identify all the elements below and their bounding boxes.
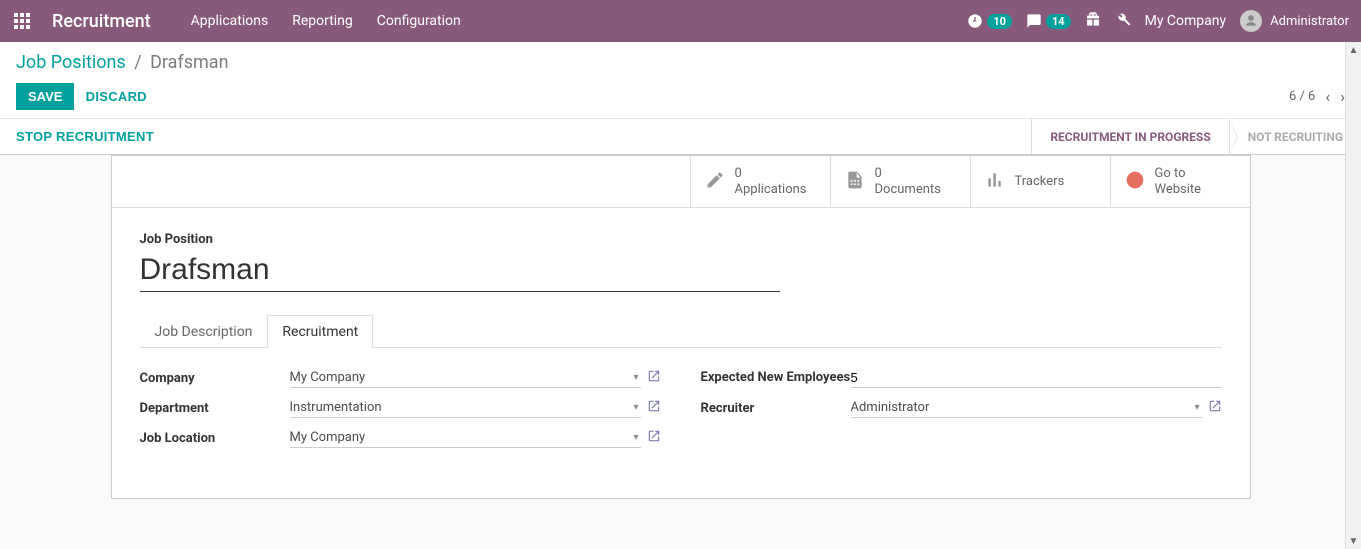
stat-documents-label: Documents xyxy=(875,182,941,198)
discard-button[interactable]: DISCARD xyxy=(86,89,147,104)
external-link-icon[interactable] xyxy=(647,399,661,417)
stat-trackers-label: Trackers xyxy=(1015,174,1065,190)
app-brand[interactable]: Recruitment xyxy=(52,11,151,32)
breadcrumb: Job Positions / Drafsman xyxy=(16,52,1345,73)
pencil-icon xyxy=(705,170,725,194)
recruiter-field[interactable]: Administrator▾ xyxy=(851,398,1202,418)
status-not-recruiting[interactable]: NOT RECRUITING xyxy=(1229,119,1361,154)
breadcrumb-current: Drafsman xyxy=(150,52,228,73)
job-position-input[interactable] xyxy=(140,251,780,292)
tabs: Job Description Recruitment xyxy=(140,314,1222,348)
status-recruitment-in-progress[interactable]: RECRUITMENT IN PROGRESS xyxy=(1031,119,1228,154)
breadcrumb-separator: / xyxy=(134,52,141,73)
stat-documents-count: 0 xyxy=(875,166,941,182)
company-field[interactable]: My Company▾ xyxy=(290,368,641,388)
menu-configuration[interactable]: Configuration xyxy=(377,13,461,29)
breadcrumb-root[interactable]: Job Positions xyxy=(16,52,126,73)
external-link-icon[interactable] xyxy=(647,369,661,387)
job-location-label: Job Location xyxy=(140,431,290,446)
document-icon xyxy=(845,170,865,194)
top-nav: Recruitment Applications Reporting Confi… xyxy=(0,0,1361,42)
tab-recruitment[interactable]: Recruitment xyxy=(267,315,373,348)
expected-new-employees-label: Expected New Employees xyxy=(701,370,851,387)
message-count: 14 xyxy=(1046,14,1071,29)
stat-documents-button[interactable]: 0Documents xyxy=(830,156,970,207)
activity-count: 10 xyxy=(987,14,1012,29)
company-label: Company xyxy=(140,371,290,386)
status-bar: STOP RECRUITMENT RECRUITMENT IN PROGRESS… xyxy=(0,119,1361,155)
stat-applications-button[interactable]: 0Applications xyxy=(690,156,830,207)
job-location-field[interactable]: My Company▾ xyxy=(290,428,641,448)
stat-applications-count: 0 xyxy=(735,166,807,182)
job-position-label: Job Position xyxy=(140,232,1222,247)
button-box: 0Applications 0Documents Trackers Go toW… xyxy=(112,156,1250,208)
bar-chart-icon xyxy=(985,170,1005,194)
stop-recruitment-button[interactable]: STOP RECRUITMENT xyxy=(0,119,170,154)
control-panel: Job Positions / Drafsman SAVE DISCARD 6 … xyxy=(0,42,1361,119)
main-menu: Applications Reporting Configuration xyxy=(191,13,461,29)
scroll-up-icon[interactable]: ▲ xyxy=(1346,42,1361,58)
menu-reporting[interactable]: Reporting xyxy=(292,13,353,29)
chat-icon xyxy=(1026,13,1042,29)
tab-job-description[interactable]: Job Description xyxy=(140,315,268,348)
pager-prev[interactable]: ‹ xyxy=(1325,87,1330,106)
caret-down-icon: ▾ xyxy=(1194,402,1199,413)
menu-applications[interactable]: Applications xyxy=(191,13,269,29)
external-link-icon[interactable] xyxy=(647,429,661,447)
company-switcher[interactable]: My Company xyxy=(1145,13,1227,29)
stat-website-button[interactable]: Go toWebsite xyxy=(1110,156,1250,207)
user-menu[interactable]: Administrator xyxy=(1240,10,1349,32)
messaging-indicator[interactable]: 14 xyxy=(1026,13,1071,29)
department-label: Department xyxy=(140,401,290,416)
form-sheet: 0Applications 0Documents Trackers Go toW… xyxy=(111,155,1251,499)
user-name: Administrator xyxy=(1270,14,1349,29)
activity-indicator[interactable]: 10 xyxy=(967,13,1012,29)
external-link-icon[interactable] xyxy=(1208,399,1222,417)
apps-icon[interactable] xyxy=(12,11,32,31)
caret-down-icon: ▾ xyxy=(633,432,638,443)
wrench-icon[interactable] xyxy=(1115,11,1131,31)
clock-icon xyxy=(967,13,983,29)
save-button[interactable]: SAVE xyxy=(16,83,74,110)
pager: 6 / 6 ‹ › xyxy=(1289,87,1345,106)
globe-icon xyxy=(1125,170,1145,194)
caret-down-icon: ▾ xyxy=(633,372,638,383)
stat-applications-label: Applications xyxy=(735,182,807,198)
recruiter-label: Recruiter xyxy=(701,401,851,416)
scrollbar[interactable]: ▲ ▼ xyxy=(1345,42,1361,549)
gift-icon[interactable] xyxy=(1085,11,1101,31)
caret-down-icon: ▾ xyxy=(633,402,638,413)
stat-website-label1: Go to xyxy=(1155,166,1202,182)
avatar-icon xyxy=(1240,10,1262,32)
stat-trackers-button[interactable]: Trackers xyxy=(970,156,1110,207)
stat-website-label2: Website xyxy=(1155,182,1202,198)
pager-text: 6 / 6 xyxy=(1289,89,1315,104)
scroll-down-icon[interactable]: ▼ xyxy=(1346,533,1361,549)
department-field[interactable]: Instrumentation▾ xyxy=(290,398,641,418)
expected-new-employees-input[interactable] xyxy=(851,368,1222,388)
